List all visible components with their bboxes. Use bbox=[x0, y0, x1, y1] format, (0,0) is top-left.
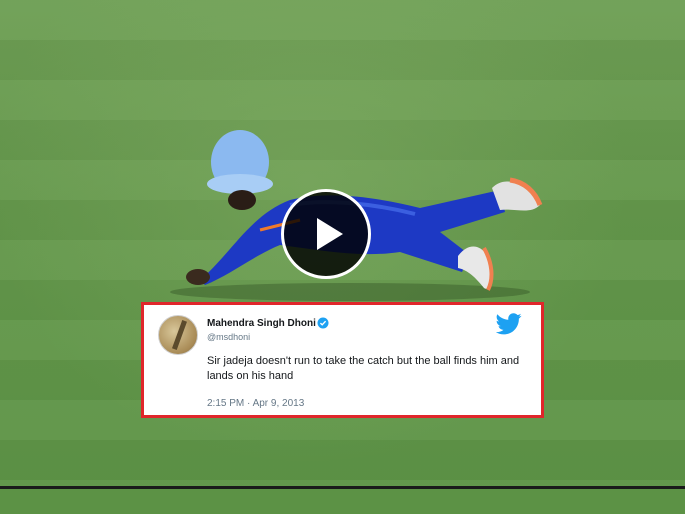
author-avatar[interactable] bbox=[158, 315, 198, 355]
tweet-author-name[interactable]: Mahendra Singh Dhoni bbox=[207, 318, 316, 329]
twitter-bird-icon[interactable] bbox=[496, 313, 522, 335]
tweet-text: Sir jadeja doesn't run to take the catch… bbox=[207, 355, 520, 382]
bottom-field-strip bbox=[0, 489, 685, 514]
tweet-author-handle[interactable]: @msdhoni bbox=[207, 332, 250, 342]
play-icon bbox=[317, 218, 343, 250]
verified-badge-icon bbox=[317, 317, 329, 329]
tweet-timestamp[interactable]: 2:15 PM · Apr 9, 2013 bbox=[207, 398, 304, 409]
video-play-button[interactable] bbox=[281, 189, 371, 279]
embedded-tweet-card[interactable]: Mahendra Singh Dhoni @msdhoni Sir jadeja… bbox=[141, 302, 544, 418]
